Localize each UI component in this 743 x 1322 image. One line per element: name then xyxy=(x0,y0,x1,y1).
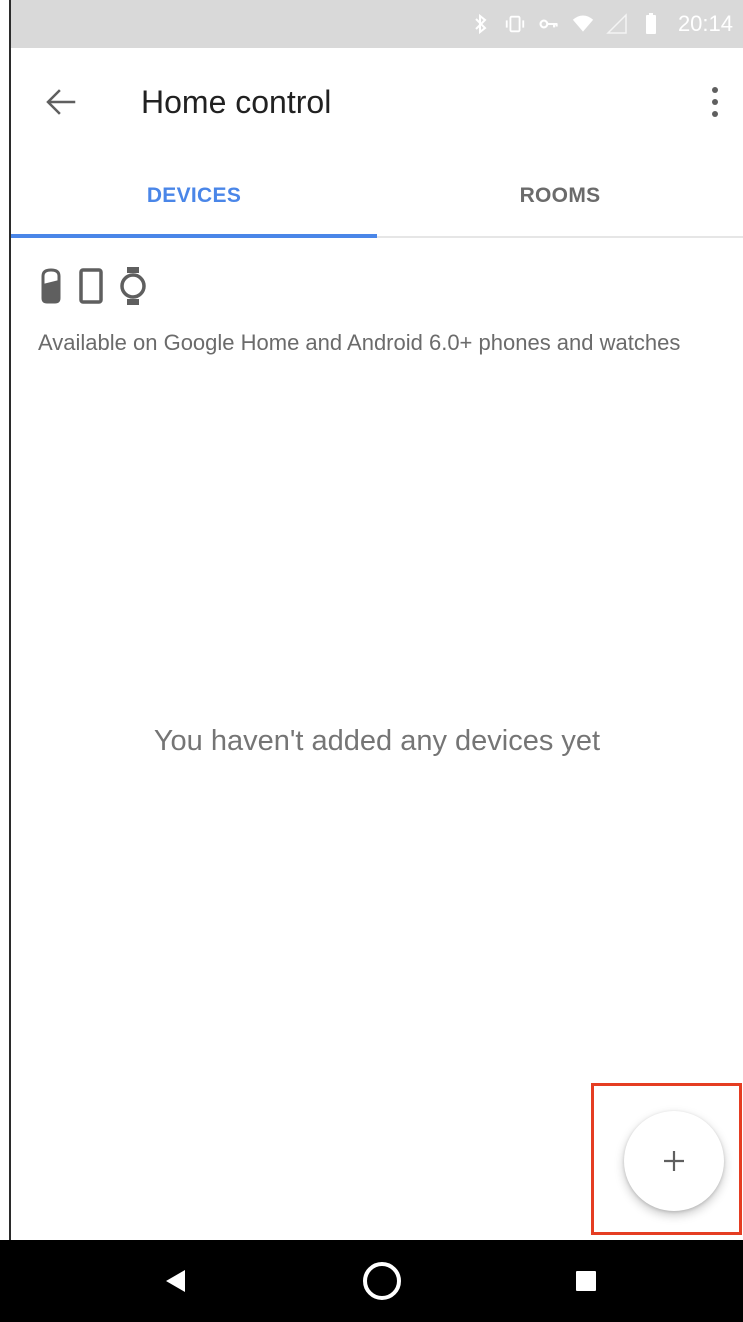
vpn-key-icon xyxy=(538,13,560,35)
back-button[interactable] xyxy=(41,82,81,122)
recents-square-icon xyxy=(576,1271,596,1291)
toolbar: Home control xyxy=(11,48,743,156)
vibrate-icon xyxy=(504,13,526,35)
nav-home-button[interactable] xyxy=(342,1240,422,1322)
nav-back-button[interactable] xyxy=(135,1240,215,1322)
system-nav-bar xyxy=(0,1240,743,1322)
empty-state-message: You haven't added any devices yet xyxy=(153,725,601,757)
signal-icon xyxy=(606,13,628,35)
home-circle-icon xyxy=(363,1262,401,1300)
tab-rooms-label: ROOMS xyxy=(519,184,601,207)
wifi-icon xyxy=(572,13,594,35)
add-icon xyxy=(664,1151,684,1171)
tab-rooms[interactable]: ROOMS xyxy=(377,156,743,236)
tab-devices-label: DEVICES xyxy=(146,184,242,207)
tab-active-indicator xyxy=(11,234,377,238)
arrow-back-icon xyxy=(46,89,76,115)
supported-device-icons xyxy=(38,266,148,306)
watch-icon xyxy=(120,267,146,305)
add-device-button[interactable] xyxy=(624,1111,724,1211)
overflow-menu-button[interactable] xyxy=(701,82,729,122)
phone-icon xyxy=(79,268,103,304)
status-time: 20:14 xyxy=(677,11,733,36)
screen: 20:14 Home control DEVICES ROOMS Availab… xyxy=(0,0,743,1322)
tab-bar: DEVICES ROOMS xyxy=(11,156,743,238)
more-vert-icon xyxy=(712,87,718,117)
nav-recents-button[interactable] xyxy=(546,1240,626,1322)
back-triangle-icon xyxy=(166,1270,185,1292)
bluetooth-icon xyxy=(470,13,492,35)
google-home-icon xyxy=(41,268,61,304)
availability-text: Available on Google Home and Android 6.0… xyxy=(38,330,681,355)
status-bar: 20:14 xyxy=(11,0,743,48)
page-title: Home control xyxy=(141,84,332,120)
tab-devices[interactable]: DEVICES xyxy=(11,156,377,238)
battery-icon xyxy=(640,13,662,35)
